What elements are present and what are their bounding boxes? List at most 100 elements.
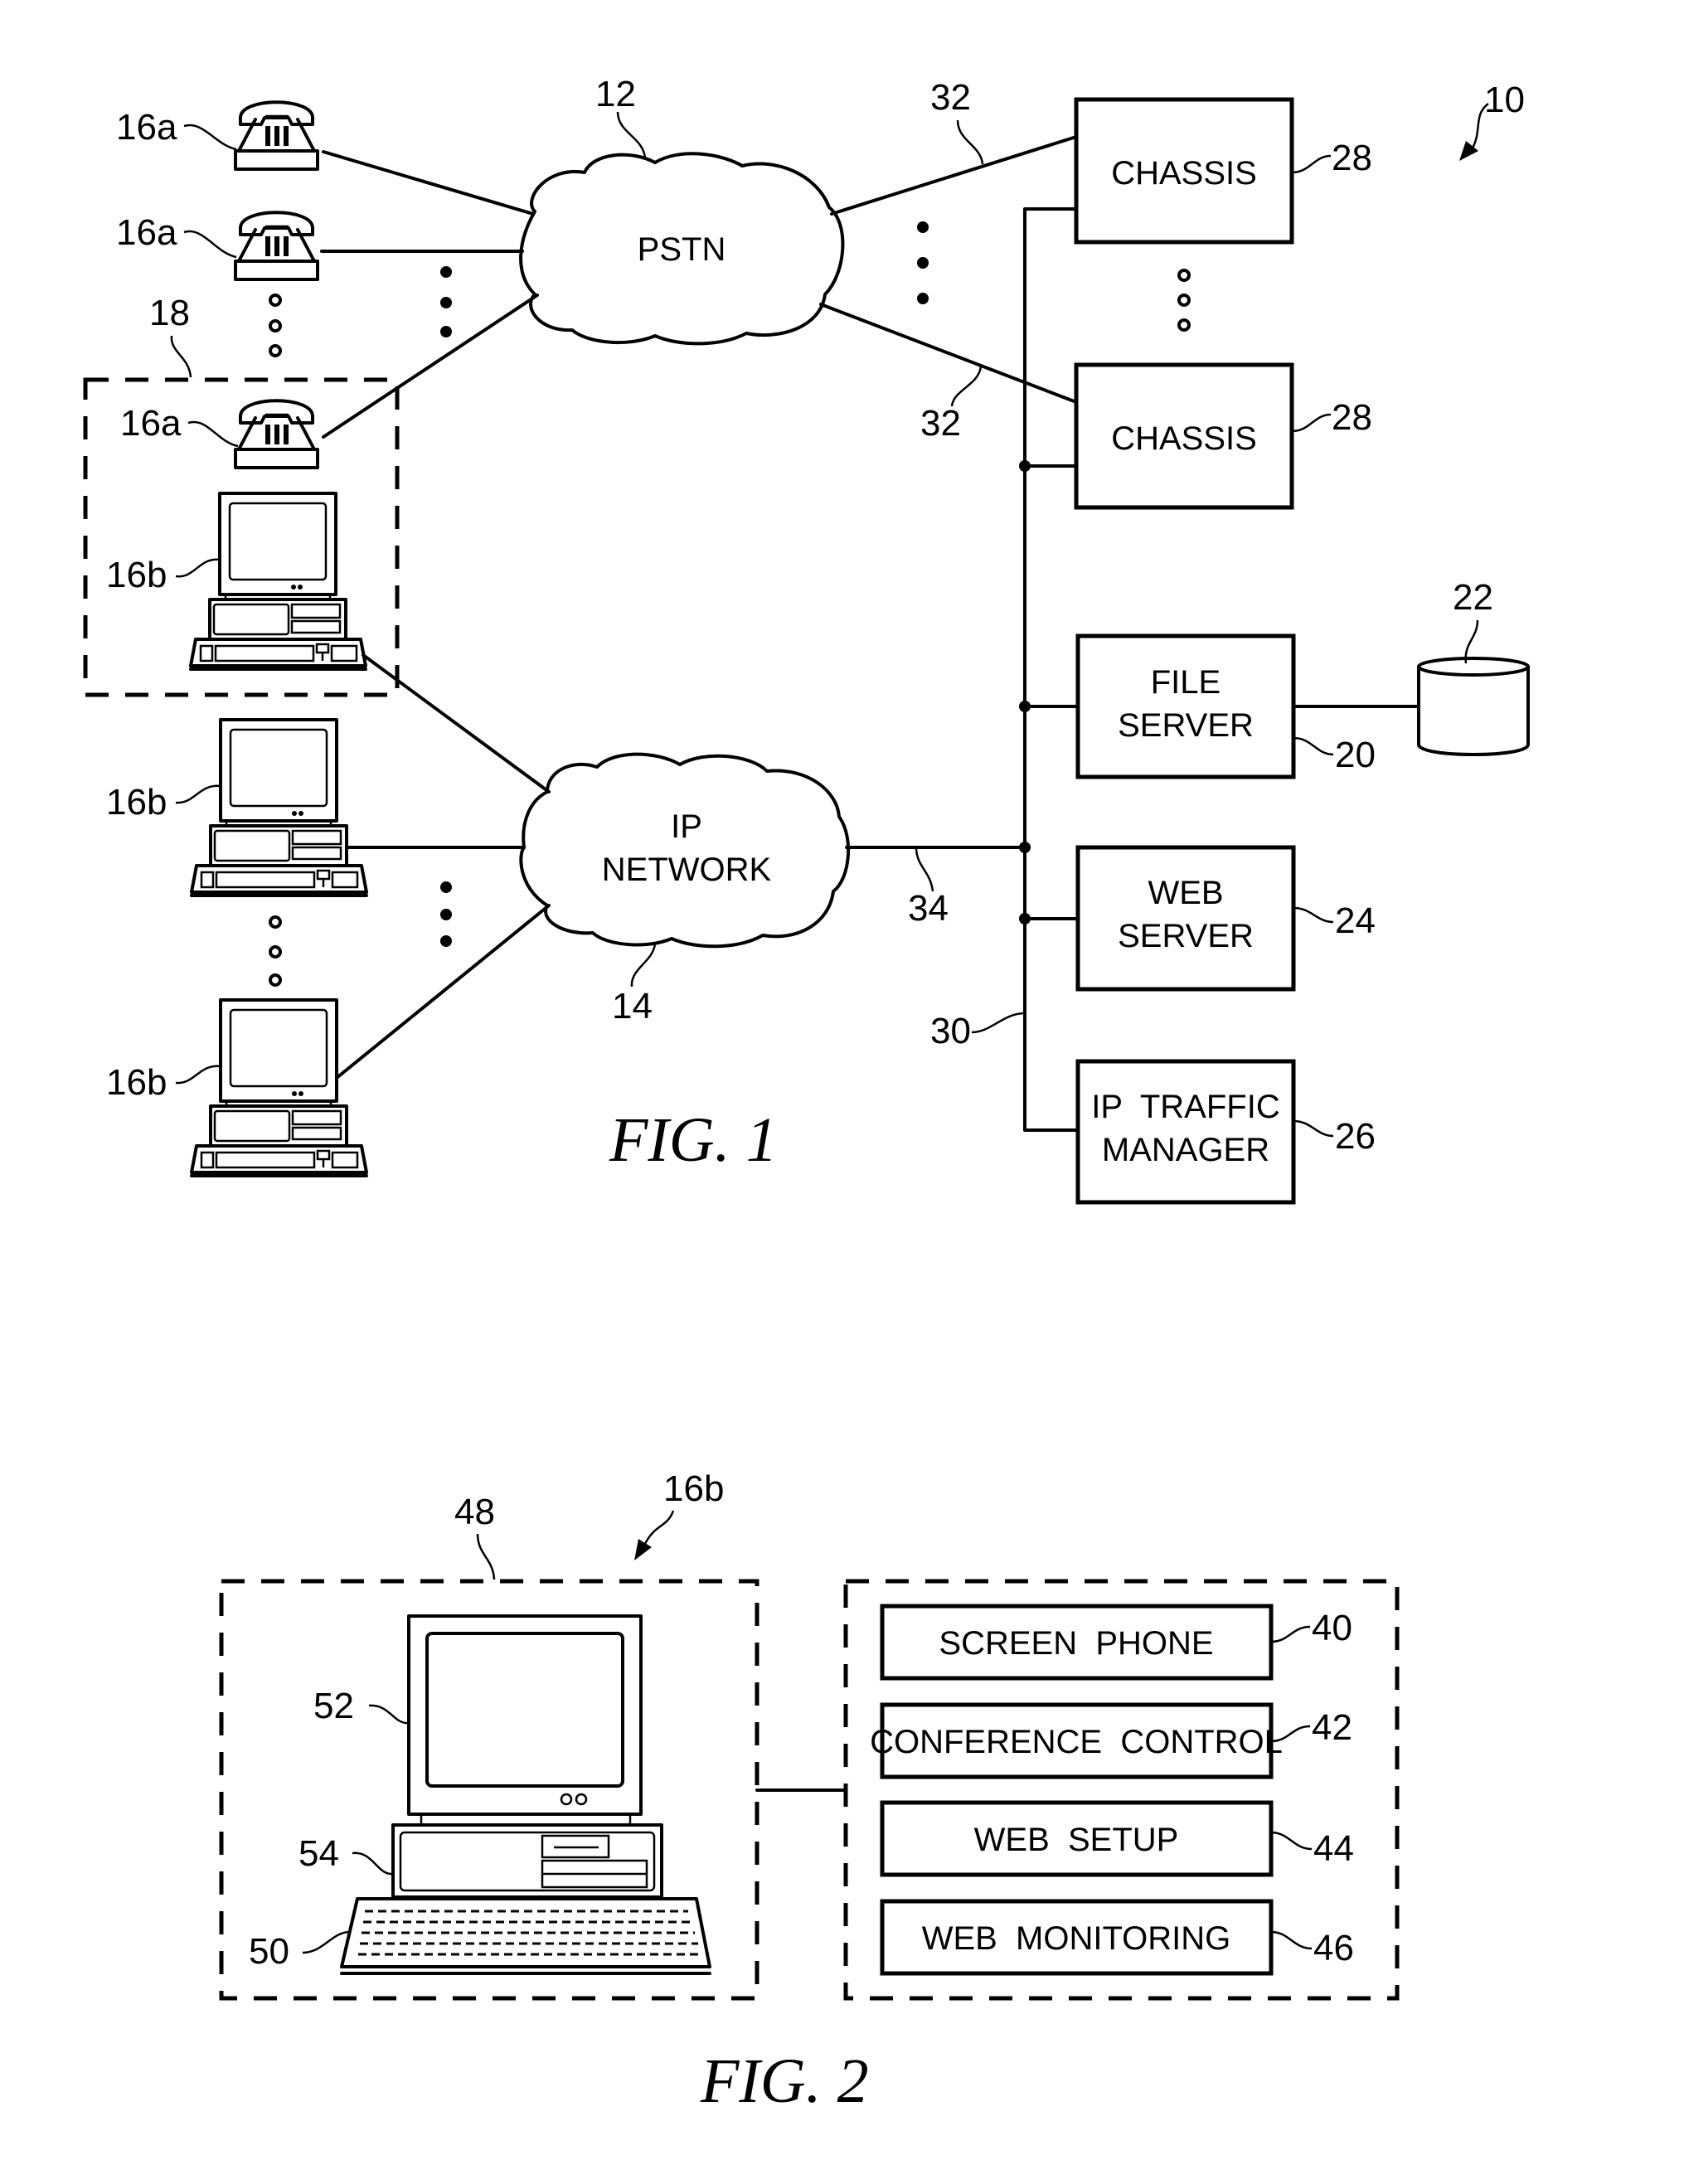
module-screen-phone-ref: 40 — [1312, 1608, 1352, 1648]
patent-drawing: 10 PSTN 12 IP NETWORK 14 16a 16a 16a 18 … — [83, 74, 1530, 2116]
module-screen-phone[interactable]: SCREEN PHONE — [880, 1604, 1274, 1681]
pstn-cloud: PSTN — [519, 152, 845, 346]
phone-ellipsis-open — [269, 294, 282, 357]
database-cylinder — [1417, 657, 1530, 756]
arrow-icon — [634, 1539, 652, 1560]
computer-icon — [189, 492, 367, 671]
ip-network-ref-label: 14 — [612, 986, 653, 1026]
terminal-ref-label: 16b — [663, 1468, 724, 1509]
pstn-chassis-top-link — [830, 135, 1078, 216]
link-34-leader — [915, 847, 934, 892]
keyboard-leader — [302, 1930, 351, 1954]
computer-2-ref-label: 16b — [106, 782, 167, 823]
monitor-screen — [425, 1632, 624, 1788]
module-screen-phone-leader — [1270, 1625, 1311, 1643]
computer-icon — [190, 718, 368, 897]
module-conference-control[interactable]: CONFERENCE CONTROL — [870, 1702, 1283, 1779]
web-server-label-line1: WEB — [1148, 875, 1223, 911]
figure-1-caption: FIG. 1 — [609, 1105, 778, 1175]
file-server-label-line1: FILE — [1151, 664, 1221, 701]
system-ref-label: 10 — [1484, 80, 1525, 120]
figure-2-caption: FIG. 2 — [700, 2046, 869, 2116]
computer-3-ref-label: 16b — [106, 1062, 167, 1103]
chassis-top-box[interactable]: CHASSIS — [1074, 97, 1294, 245]
ip-traffic-manager-label-line2: MANAGER — [1102, 1132, 1269, 1168]
phone-1-leader — [183, 124, 237, 151]
phone-3-ref-label: 16a — [120, 403, 182, 444]
chassis-ellipsis — [1177, 269, 1191, 332]
link-32-top-label: 32 — [930, 77, 971, 118]
hardware-group-dashed-box — [219, 1579, 759, 2001]
ip-network-label-line2: NETWORK — [602, 852, 772, 888]
bus-30-leader — [971, 1012, 1026, 1034]
ip-traffic-manager-box[interactable]: IP TRAFFIC MANAGER — [1075, 1059, 1296, 1205]
link-34-label: 34 — [908, 888, 949, 929]
module-web-setup-label: WEB SETUP — [974, 1822, 1179, 1858]
computer-icon — [190, 998, 368, 1177]
phone-2-leader — [183, 230, 237, 259]
web-server-leader — [1293, 906, 1334, 924]
chassis-top-label: CHASSIS — [1111, 155, 1257, 192]
web-server-box[interactable]: WEB SERVER — [1075, 845, 1296, 992]
module-web-setup-leader — [1270, 1831, 1313, 1851]
phone-icon — [234, 100, 319, 171]
web-server-ref-label: 24 — [1335, 900, 1376, 941]
figure-2: 16b 48 52 54 50 SCREEN PHONE 40 CONFEREN… — [219, 1468, 1400, 2116]
file-server-ref-label: 20 — [1335, 735, 1376, 775]
chassis-top-leader — [1291, 154, 1332, 174]
ip-network-label-line1: IP — [671, 808, 702, 845]
pstn-chassis-bottom-link — [819, 303, 1078, 404]
bus-30-label: 30 — [930, 1011, 971, 1051]
chassis-bottom-label: CHASSIS — [1111, 420, 1257, 457]
phone-1-pstn-link — [322, 150, 535, 216]
computer-ellipsis-open — [269, 915, 282, 987]
phone-2: 16a — [116, 211, 319, 281]
group-18-ref-label: 18 — [149, 293, 190, 333]
computer-1-ip-link — [362, 653, 551, 794]
module-conference-control-label: CONFERENCE CONTROL — [870, 1724, 1283, 1760]
module-web-monitoring-ref: 46 — [1313, 1928, 1354, 1968]
pstn-label: PSTN — [638, 231, 726, 268]
pstn-ref-leader — [616, 111, 647, 158]
monitor-leader — [368, 1704, 410, 1725]
monitor-ref-label: 52 — [313, 1686, 354, 1726]
module-web-monitoring-label: WEB MONITORING — [922, 1920, 1231, 1957]
chassis-link-ellipsis — [917, 221, 929, 304]
terminal-computer — [340, 1614, 711, 1975]
phone-3-pstn-link — [322, 294, 539, 439]
terminal-ref-leader — [643, 1510, 675, 1545]
ip-traffic-manager-ref-label: 26 — [1335, 1116, 1376, 1157]
computer-3-leader — [175, 1065, 221, 1085]
phone-link-ellipsis — [440, 266, 452, 337]
phone-3-leader — [187, 420, 239, 448]
module-web-setup-ref: 44 — [1313, 1828, 1354, 1869]
computer-link-ellipsis — [440, 881, 452, 947]
computer-2-leader — [175, 784, 221, 804]
chassis-bottom-leader — [1291, 413, 1332, 433]
keyboard-ref-label: 50 — [249, 1931, 289, 1972]
cpu-leader — [352, 1852, 394, 1876]
file-server-leader — [1293, 736, 1334, 756]
module-web-setup[interactable]: WEB SETUP — [880, 1800, 1274, 1877]
module-web-monitoring[interactable]: WEB MONITORING — [880, 1899, 1274, 1976]
link-32-bottom-leader — [950, 366, 983, 407]
ip-traffic-manager-leader — [1293, 1119, 1334, 1138]
figure-1: 10 PSTN 12 IP NETWORK 14 16a 16a 16a 18 … — [83, 74, 1530, 1205]
ip-network-cloud: IP NETWORK — [519, 752, 851, 949]
link-32-bottom-label: 32 — [920, 403, 961, 444]
chassis-bottom-ref-label: 28 — [1332, 397, 1372, 438]
pstn-ref-label: 12 — [595, 74, 636, 114]
module-web-monitoring-leader — [1270, 1930, 1313, 1950]
phone-1: 16a — [116, 100, 319, 171]
chassis-bottom-box[interactable]: CHASSIS — [1074, 362, 1294, 510]
computer-3: 16b — [106, 998, 368, 1177]
ip-traffic-manager-label-line1: IP TRAFFIC — [1091, 1089, 1279, 1125]
file-server-box[interactable]: FILE SERVER — [1075, 633, 1296, 779]
computer-2: 16b — [106, 718, 368, 897]
database-ref-label: 22 — [1453, 577, 1493, 618]
ip-network-ref-leader — [630, 943, 657, 988]
computer-1-ref-label: 16b — [106, 555, 167, 595]
phone-1-ref-label: 16a — [116, 107, 177, 148]
chassis-top-ref-label: 28 — [1332, 138, 1372, 178]
computer-1: 16b — [106, 492, 367, 671]
